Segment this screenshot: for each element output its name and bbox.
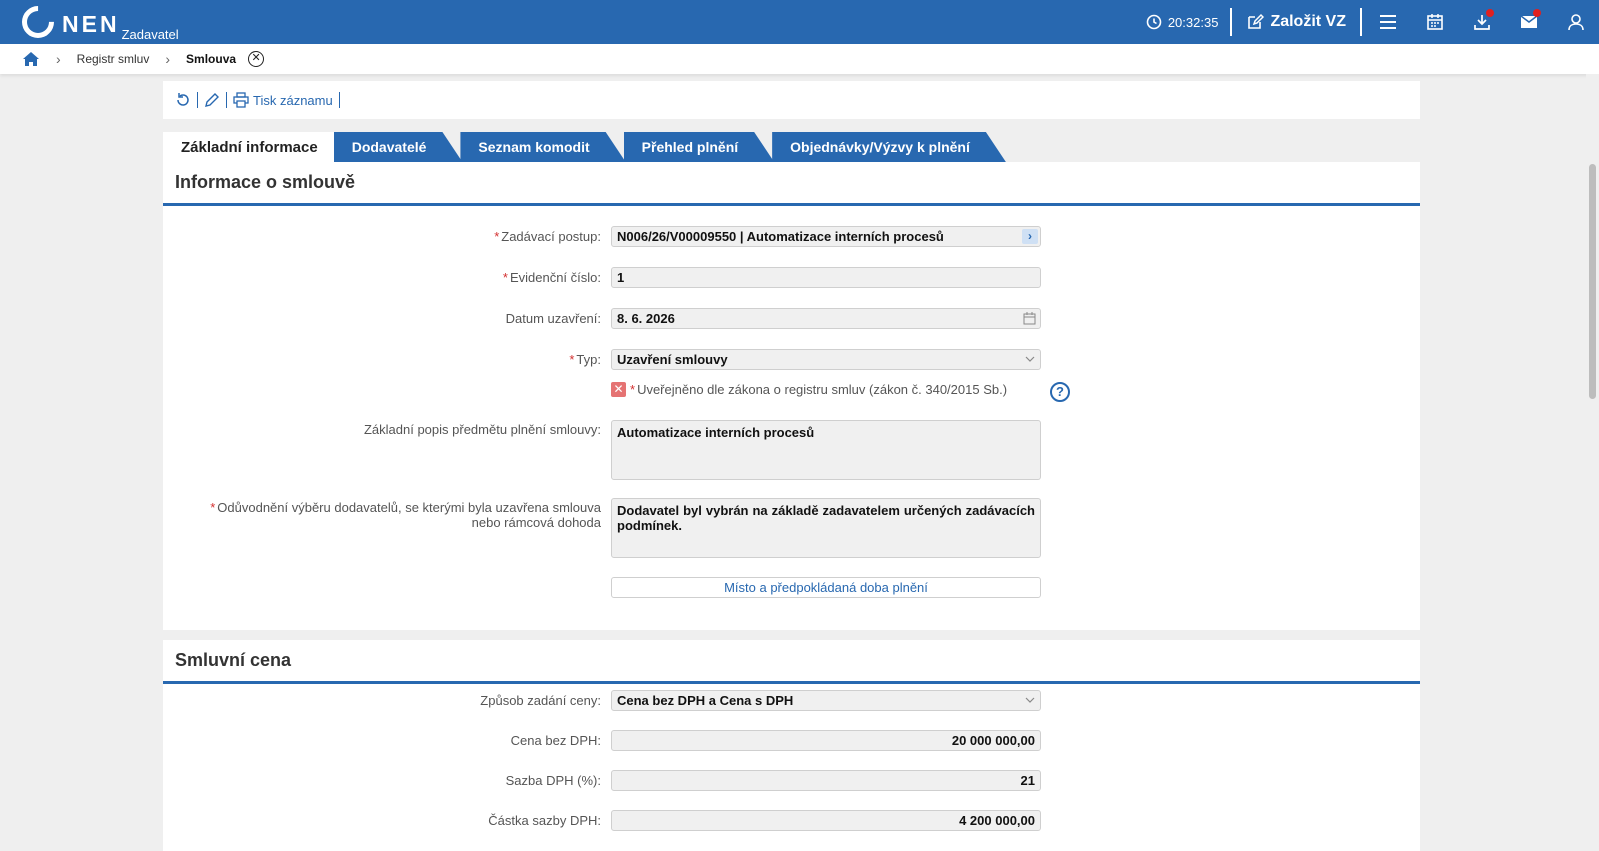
contract-info-title: Informace o smlouvě — [163, 162, 1420, 206]
mail-icon — [1520, 15, 1537, 28]
tab-bar: Základní informace Dodavatelé Seznam kom… — [163, 132, 1006, 162]
calendar-button[interactable] — [1411, 0, 1458, 44]
refresh-button[interactable] — [171, 92, 195, 108]
logo-subtitle: Zadavatel — [121, 27, 179, 42]
app-logo[interactable]: NEN Zadavatel — [15, 0, 179, 45]
chevron-right-icon[interactable]: › — [1022, 229, 1038, 244]
type-select[interactable]: Uzavření smlouvy — [611, 349, 1041, 370]
top-divider — [1230, 8, 1233, 36]
create-vz-button[interactable]: Založit VZ — [1234, 13, 1358, 31]
net-price-field[interactable]: 20 000 000,00 — [611, 730, 1041, 751]
contract-info-panel: Informace o smlouvě * Zadávací postup: N0… — [163, 162, 1420, 630]
type-label: * Typ: — [569, 352, 601, 367]
description-label: Základní popis předmětu plnění smlouvy: — [363, 422, 601, 437]
session-clock: 20:32:35 — [1146, 14, 1229, 30]
price-title: Smluvní cena — [163, 640, 1420, 684]
logo-text: NEN — [62, 11, 120, 37]
chevron-right-icon: › — [165, 51, 171, 67]
notification-badge — [1486, 9, 1494, 17]
tab-dodavatele[interactable]: Dodavatelé — [334, 132, 463, 162]
breadcrumb: › Registr smluv › Smlouva ✕ — [0, 44, 1599, 74]
download-button[interactable] — [1458, 0, 1505, 44]
evidence-number-field[interactable]: 1 — [611, 267, 1041, 288]
procedure-field[interactable]: N006/26/V00009550 | Automatizace interní… — [611, 226, 1041, 247]
edit-button[interactable] — [200, 92, 224, 108]
price-method-value: Cena bez DPH a Cena s DPH — [617, 693, 794, 708]
toolbar-divider — [226, 92, 227, 108]
tab-zakladni-informace[interactable]: Základní informace — [163, 132, 336, 162]
menu-button[interactable] — [1364, 0, 1411, 44]
justification-label: * Odůvodnění výběru dodavatelů, se kterým… — [210, 500, 601, 530]
published-label: Uveřejněno dle zákona o registru smluv (… — [637, 382, 1008, 397]
vat-amount-field[interactable]: 4 200 000,00 — [611, 810, 1041, 831]
refresh-icon — [177, 93, 189, 106]
vat-rate-field[interactable]: 21 — [611, 770, 1041, 791]
page-scrollbar[interactable] — [1586, 74, 1599, 851]
record-toolbar: Tisk záznamu — [163, 81, 1420, 119]
breadcrumb-registr-smluv[interactable]: Registr smluv — [77, 52, 150, 66]
net-price-label: Cena bez DPH: — [510, 733, 601, 748]
top-bar: NEN Zadavatel 20:32:35 Založit VZ — [0, 0, 1599, 45]
close-icon[interactable]: ✕ — [248, 51, 265, 67]
chevron-down-icon — [1025, 356, 1035, 362]
toolbar-divider — [338, 92, 340, 108]
evidence-label: * Evidenční číslo: — [502, 270, 601, 285]
messages-button[interactable] — [1505, 0, 1552, 44]
top-divider — [1360, 8, 1362, 36]
pencil-icon — [205, 93, 219, 107]
procedure-label: * Zadávací postup: — [494, 229, 601, 244]
published-checkbox-row[interactable]: ✕ * Uveřejněno dle zákona o registru sml… — [611, 382, 1007, 397]
help-icon[interactable]: ? — [1050, 382, 1070, 402]
vat-amount-label: Částka sazby DPH: — [488, 813, 601, 828]
vat-rate-label: Sazba DPH (%): — [505, 773, 601, 788]
date-field[interactable]: 8. 6. 2026 — [611, 308, 1041, 329]
tab-seznam-komodit[interactable]: Seznam komodit — [460, 132, 625, 162]
printer-icon — [233, 92, 249, 108]
chevron-right-icon: › — [56, 51, 61, 67]
home-icon[interactable] — [22, 51, 40, 67]
tab-prehled-plneni[interactable]: Přehled plnění — [624, 132, 774, 162]
user-icon — [1567, 14, 1584, 31]
logo-ring-icon — [15, 0, 61, 45]
price-method-label: Způsob zadání ceny: — [480, 693, 601, 708]
justification-textarea[interactable]: Dodavatel byl vybrán na základě zadavate… — [611, 498, 1041, 558]
place-and-duration-button[interactable]: Místo a předpokládaná doba plnění — [611, 577, 1041, 598]
toolbar-divider — [197, 92, 198, 108]
tab-objednavky[interactable]: Objednávky/Výzvy k plnění — [772, 132, 1006, 162]
price-method-select[interactable]: Cena bez DPH a Cena s DPH — [611, 690, 1041, 711]
edit-icon — [1248, 13, 1265, 29]
chevron-down-icon — [1025, 697, 1035, 703]
date-label: Datum uzavření: — [505, 311, 601, 326]
procedure-value: N006/26/V00009550 | Automatizace interní… — [617, 229, 944, 244]
breadcrumb-smlouva: Smlouva — [186, 52, 237, 66]
clock-time: 20:32:35 — [1167, 14, 1219, 30]
notification-badge — [1533, 9, 1541, 17]
calendar-icon[interactable] — [1023, 312, 1036, 325]
create-vz-label: Založit VZ — [1270, 13, 1346, 30]
print-button[interactable]: Tisk záznamu — [229, 92, 337, 108]
type-value: Uzavření smlouvy — [617, 352, 728, 367]
date-value: 8. 6. 2026 — [617, 311, 675, 326]
price-panel: Smluvní cena Způsob zadání ceny: Cena be… — [163, 640, 1420, 851]
clock-icon — [1146, 14, 1162, 30]
scrollbar-thumb[interactable] — [1589, 164, 1596, 399]
print-label: Tisk záznamu — [253, 92, 333, 108]
unchecked-x-icon[interactable]: ✕ — [611, 382, 626, 397]
user-button[interactable] — [1552, 0, 1599, 44]
calendar-icon — [1426, 14, 1443, 30]
description-textarea[interactable]: Automatizace interních procesů — [611, 420, 1041, 480]
menu-icon — [1379, 15, 1396, 29]
